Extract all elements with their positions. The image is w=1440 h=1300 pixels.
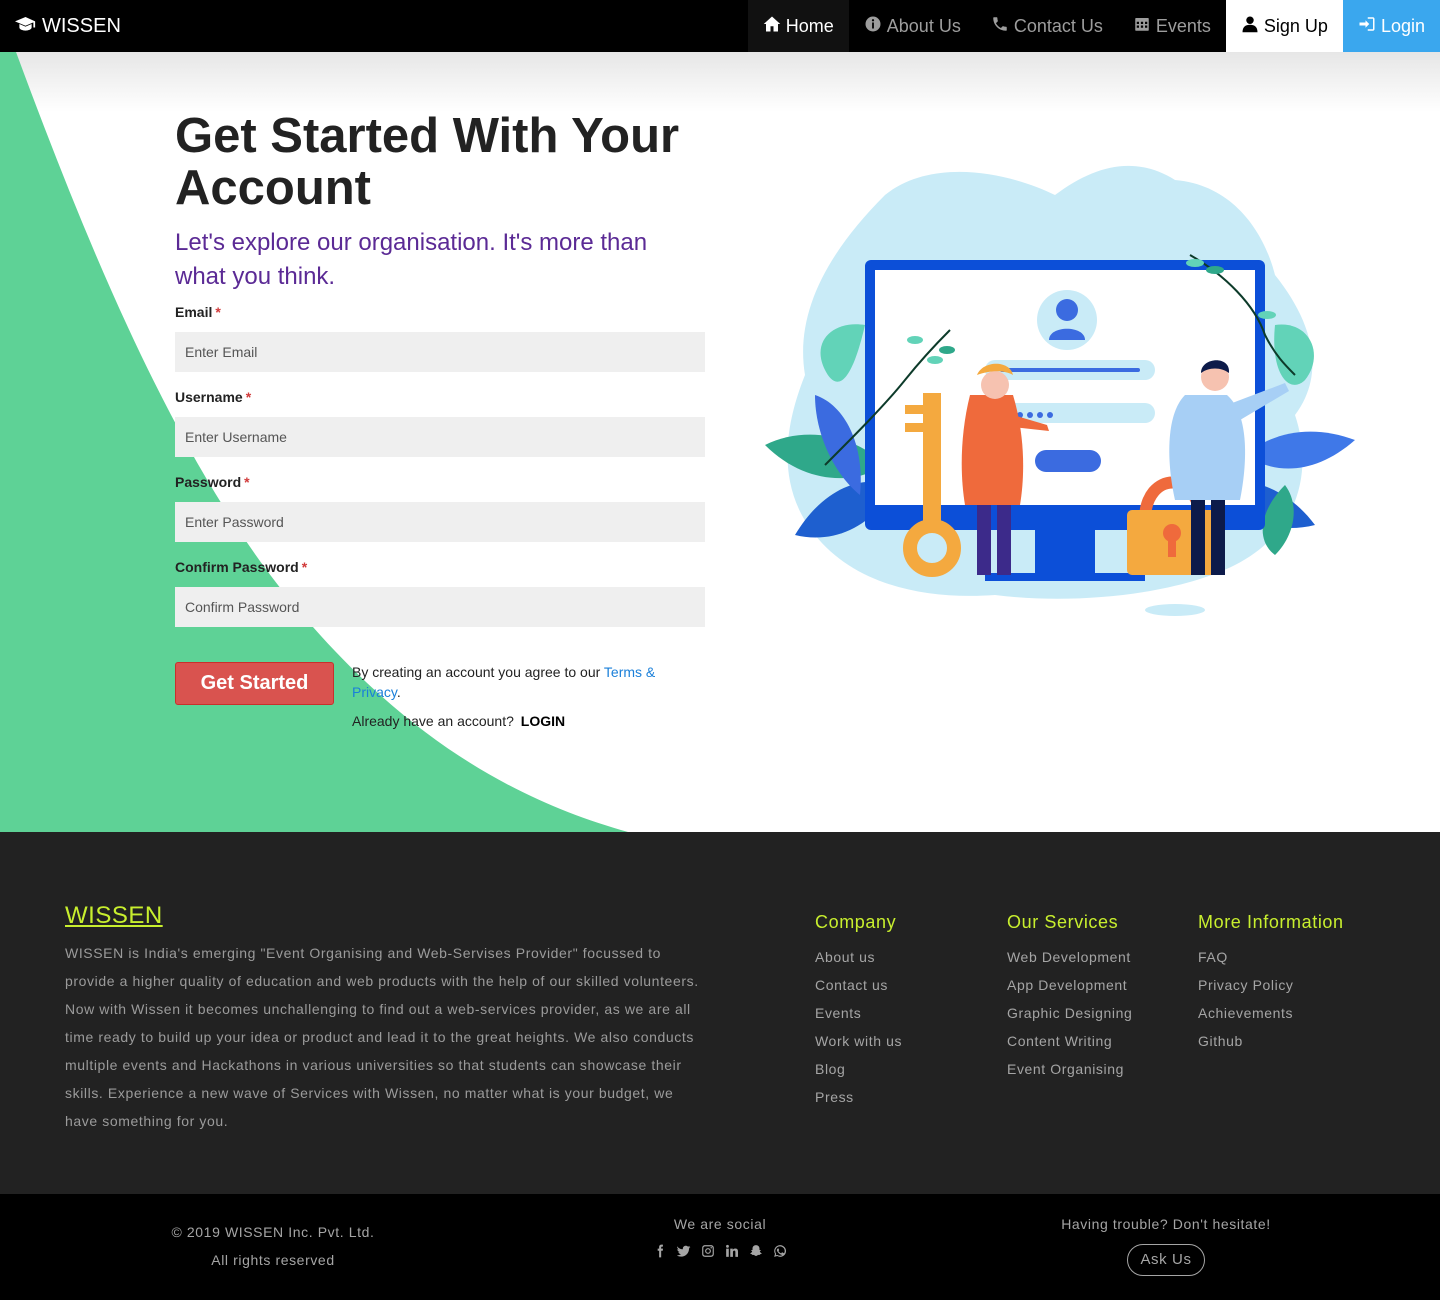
footer-link[interactable]: FAQ [1198, 943, 1344, 971]
twitter-icon[interactable] [677, 1244, 691, 1258]
email-input[interactable] [175, 332, 705, 372]
snapchat-icon[interactable] [749, 1244, 763, 1258]
help-section: Having trouble? Don't hesitate! Ask Us [1030, 1216, 1302, 1276]
nav-item-home[interactable]: Home [747, 0, 849, 52]
social-title: We are social [673, 1216, 767, 1232]
page-title: Get Started With Your Account [175, 109, 680, 215]
copyright: © 2019 WISSEN Inc. Pvt. Ltd. All rights … [171, 1224, 375, 1268]
footer-link[interactable]: App Development [1007, 971, 1132, 999]
footer-link[interactable]: Content Writing [1007, 1027, 1132, 1055]
footer-description: WISSEN is India's emerging "Event Organi… [65, 945, 699, 1129]
nav-item-label: Contact Us [1013, 15, 1103, 36]
home-icon [763, 15, 781, 38]
already-account-text: Already have an account? LOGIN [352, 713, 566, 729]
footer-link[interactable]: Work with us [815, 1027, 902, 1055]
login-link[interactable]: LOGIN [521, 713, 565, 729]
get-started-button[interactable]: Get Started [175, 662, 334, 705]
footer-link[interactable]: Web Development [1007, 943, 1132, 971]
footer: WISSEN WISSEN is India's emerging "Event… [0, 832, 1440, 1194]
footer-column-title: Our Services [1007, 912, 1119, 932]
user-icon [1241, 15, 1259, 38]
footer-brand[interactable]: WISSEN [65, 902, 163, 930]
nav-item-signup[interactable]: Sign Up [1225, 0, 1343, 52]
footer-column-title: More Information [1198, 912, 1344, 932]
instagram-icon[interactable] [701, 1244, 715, 1258]
required-mark: * [245, 389, 252, 405]
nav-item-label: Home [785, 15, 834, 36]
nav-item-label: About Us [886, 15, 961, 36]
graduation-cap-icon [15, 15, 36, 38]
calendar-icon [1133, 15, 1151, 38]
password-input[interactable] [175, 502, 705, 542]
footer-link[interactable]: Press [815, 1083, 902, 1111]
required-mark: * [301, 559, 308, 575]
nav-item-login[interactable]: Login [1342, 0, 1440, 52]
footer-link[interactable]: Contact us [815, 971, 902, 999]
footer-link[interactable]: Github [1198, 1027, 1344, 1055]
footer-link[interactable]: Events [815, 999, 902, 1027]
footer-link[interactable]: About us [815, 943, 902, 971]
top-navbar: WISSEN Home About Us Contact Us Events S… [0, 0, 1440, 52]
required-mark: * [215, 304, 221, 320]
username-input[interactable] [175, 417, 705, 457]
footer-column-title: Company [815, 912, 897, 932]
terms-text: By creating an account you agree to our … [352, 664, 656, 700]
email-label: Email * [175, 304, 221, 320]
footer-link[interactable]: Achievements [1198, 999, 1344, 1027]
facebook-icon[interactable] [653, 1244, 667, 1258]
footer-link[interactable]: Event Organising [1007, 1055, 1132, 1083]
nav-item-label: Events [1155, 15, 1211, 36]
footer-link[interactable]: Graphic Designing [1007, 999, 1132, 1027]
required-mark: * [244, 474, 250, 490]
social-section: We are social [620, 1216, 820, 1258]
ask-us-button[interactable]: Ask Us [1127, 1244, 1205, 1276]
confirm-password-label: Confirm Password * [175, 559, 308, 575]
footer-link[interactable]: Blog [815, 1055, 902, 1083]
phone-icon [991, 15, 1009, 38]
password-label: Password * [175, 474, 250, 490]
help-text: Having trouble? Don't hesitate! [1061, 1216, 1271, 1232]
username-label: Username * [175, 389, 252, 405]
page-subtitle: Let's explore our organisation. It's mor… [175, 229, 648, 290]
confirm-password-input[interactable] [175, 587, 705, 627]
footer-column-services: Our Services Web Development App Develop… [1007, 912, 1132, 1083]
bottom-bar: © 2019 WISSEN Inc. Pvt. Ltd. All rights … [0, 1194, 1440, 1300]
nav-item-label: Login [1380, 15, 1425, 36]
linkedin-icon[interactable] [725, 1244, 739, 1258]
nav-item-events[interactable]: Events [1118, 0, 1226, 52]
sign-in-icon [1358, 15, 1376, 38]
signup-illustration [765, 165, 1355, 616]
brand-name: WISSEN [42, 14, 121, 37]
social-icons [620, 1244, 820, 1258]
nav-item-about[interactable]: About Us [849, 0, 976, 52]
footer-column-company: Company About us Contact us Events Work … [815, 912, 902, 1111]
brand-logo[interactable]: WISSEN [0, 15, 121, 38]
nav-menu: Home About Us Contact Us Events Sign Up … [747, 0, 1440, 52]
whatsapp-icon[interactable] [773, 1244, 787, 1258]
footer-link[interactable]: Privacy Policy [1198, 971, 1344, 999]
footer-column-more-info: More Information FAQ Privacy Policy Achi… [1198, 912, 1344, 1055]
nav-item-label: Sign Up [1263, 15, 1328, 36]
nav-item-contact[interactable]: Contact Us [976, 0, 1118, 52]
info-icon [864, 15, 882, 38]
